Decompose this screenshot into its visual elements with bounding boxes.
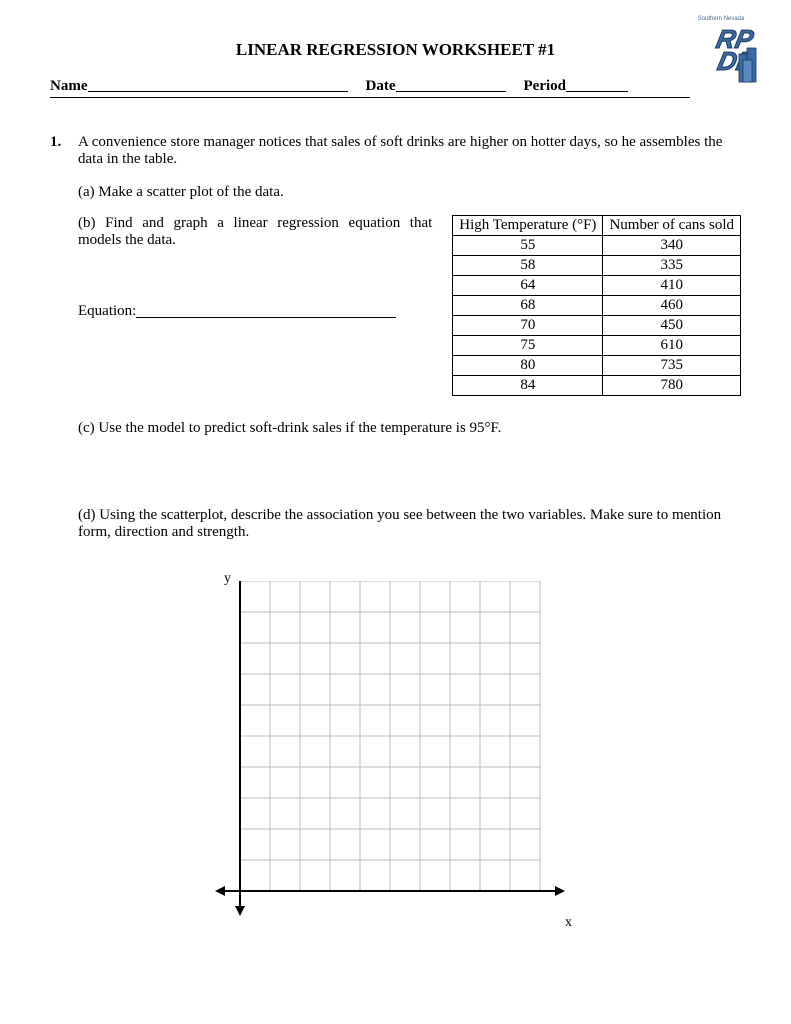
name-label: Name bbox=[50, 78, 88, 95]
table-row: 84780 bbox=[453, 376, 741, 396]
table-cell: 64 bbox=[453, 276, 603, 296]
page-title: LINEAR REGRESSION WORKSHEET #1 bbox=[50, 40, 741, 60]
table-cell: 735 bbox=[603, 356, 741, 376]
table-cell: 340 bbox=[603, 236, 741, 256]
period-label: Period bbox=[524, 78, 567, 95]
table-cell: 80 bbox=[453, 356, 603, 376]
table-row: 70450 bbox=[453, 316, 741, 336]
blank-coordinate-grid[interactable]: y x bbox=[210, 581, 570, 941]
equation-line: Equation: bbox=[78, 299, 432, 320]
data-table: High Temperature (°F) Number of cans sol… bbox=[452, 215, 741, 396]
logo-caption: Southern Nevada bbox=[698, 16, 745, 22]
table-header-row: High Temperature (°F) Number of cans sol… bbox=[453, 216, 741, 236]
rpdp-logo: Southern Nevada RP DP bbox=[681, 10, 761, 90]
name-date-period-line: Name Date Period bbox=[50, 74, 690, 98]
table-row: 75610 bbox=[453, 336, 741, 356]
question-number: 1. bbox=[50, 134, 68, 168]
table-row: 80735 bbox=[453, 356, 741, 376]
part-b: (b) Find and graph a linear regression e… bbox=[78, 215, 432, 249]
part-d: (d) Using the scatterplot, describe the … bbox=[78, 507, 741, 541]
equation-label: Equation: bbox=[78, 303, 136, 319]
equation-blank[interactable] bbox=[136, 302, 396, 318]
table-cell: 55 bbox=[453, 236, 603, 256]
table-cell: 780 bbox=[603, 376, 741, 396]
table-row: 64410 bbox=[453, 276, 741, 296]
name-blank[interactable] bbox=[88, 76, 348, 92]
header: LINEAR REGRESSION WORKSHEET #1 Name Date… bbox=[50, 40, 741, 98]
table-cell: 460 bbox=[603, 296, 741, 316]
table-cell: 68 bbox=[453, 296, 603, 316]
date-label: Date bbox=[366, 78, 396, 95]
y-axis-label: y bbox=[224, 571, 231, 587]
table-row: 58335 bbox=[453, 256, 741, 276]
x-axis-arrow-icon bbox=[555, 886, 565, 896]
table-cell: 84 bbox=[453, 376, 603, 396]
part-c: (c) Use the model to predict soft-drink … bbox=[78, 420, 741, 437]
question-intro: A convenience store manager notices that… bbox=[78, 134, 741, 168]
table-cell: 58 bbox=[453, 256, 603, 276]
period-blank[interactable] bbox=[566, 76, 628, 92]
part-b-and-table: (b) Find and graph a linear regression e… bbox=[78, 215, 741, 396]
table-cell: 70 bbox=[453, 316, 603, 336]
table-cell: 335 bbox=[603, 256, 741, 276]
table-cell: 450 bbox=[603, 316, 741, 336]
grid-svg bbox=[210, 581, 570, 921]
table-cell: 75 bbox=[453, 336, 603, 356]
table-cell: 610 bbox=[603, 336, 741, 356]
x-axis-arrow-left-icon bbox=[215, 886, 225, 896]
table-cell: 410 bbox=[603, 276, 741, 296]
part-a: (a) Make a scatter plot of the data. bbox=[78, 184, 741, 201]
table-row: 68460 bbox=[453, 296, 741, 316]
x-axis-label: x bbox=[565, 915, 572, 931]
table-row: 55340 bbox=[453, 236, 741, 256]
table-header: High Temperature (°F) bbox=[453, 216, 603, 236]
date-blank[interactable] bbox=[396, 76, 506, 92]
table-header: Number of cans sold bbox=[603, 216, 741, 236]
question-1: 1. A convenience store manager notices t… bbox=[50, 134, 741, 168]
y-axis-arrow-down-icon bbox=[235, 906, 245, 916]
